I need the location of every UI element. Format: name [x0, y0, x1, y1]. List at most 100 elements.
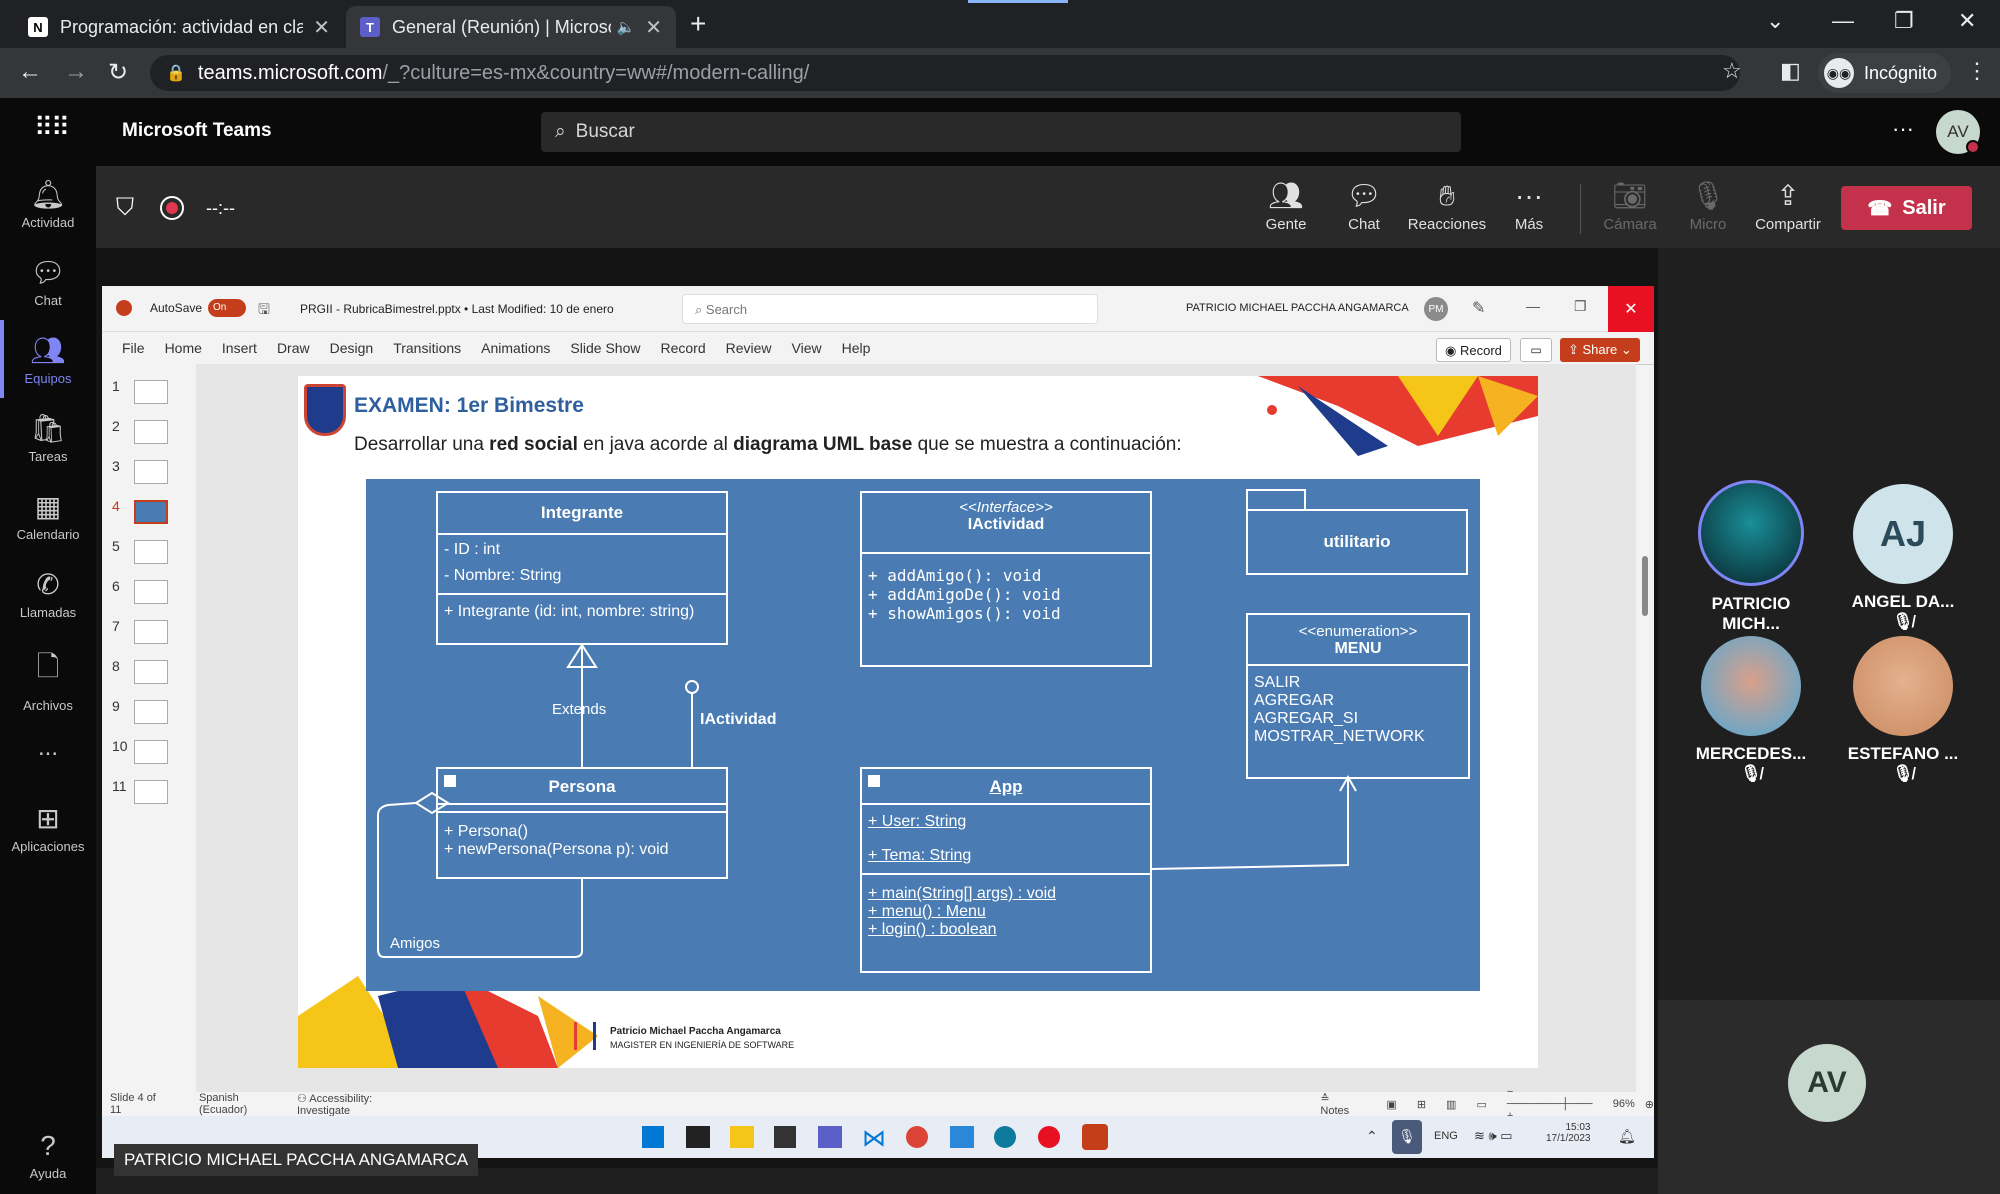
menu-transitions[interactable]: Transitions	[393, 340, 461, 356]
minimize-icon[interactable]: —	[1526, 298, 1540, 314]
close-icon[interactable]: ✕	[313, 15, 330, 40]
menu-design[interactable]: Design	[330, 340, 374, 356]
chrome-menu-icon[interactable]: ⋮	[1966, 58, 1988, 84]
terminal-icon[interactable]	[686, 1126, 710, 1148]
input-language[interactable]: ENG	[1434, 1130, 1458, 1142]
search-input[interactable]: ⌕ Buscar	[541, 112, 1461, 152]
slide-thumbnail[interactable]	[134, 380, 168, 404]
rail-help[interactable]: ? Ayuda	[0, 1130, 96, 1181]
rail-calls[interactable]: ✆ Llamadas	[0, 568, 96, 620]
start-icon[interactable]	[642, 1126, 664, 1148]
camera-button[interactable]: 📷︎ Cámara	[1588, 176, 1672, 233]
record-button[interactable]: ◉ Record	[1436, 338, 1511, 362]
back-icon[interactable]: ←	[18, 58, 42, 86]
slide-thumbnail[interactable]	[134, 420, 168, 444]
more-button[interactable]: ··· Más	[1487, 176, 1571, 233]
rail-files[interactable]: 🗋 Archivos	[0, 646, 96, 713]
chat-button[interactable]: 💬︎ Chat	[1322, 176, 1406, 233]
share-button[interactable]: ⇪ Share ⌄	[1560, 338, 1640, 362]
new-tab-button[interactable]: +	[690, 8, 706, 40]
ppt-search-input[interactable]: ⌕ Search	[682, 294, 1098, 324]
minimize-icon[interactable]: —	[1832, 8, 1854, 34]
incognito-badge[interactable]: ◉◉ Incógnito	[1818, 53, 1952, 93]
zoom-level[interactable]: 96%	[1613, 1098, 1635, 1110]
participant-tile[interactable]: AJ ANGEL DA... 🎙︎̸	[1844, 484, 1962, 632]
self-view[interactable]: AV	[1658, 1000, 2000, 1194]
language[interactable]: Spanish (Ecuador)	[199, 1092, 279, 1116]
sorter-view-icon[interactable]: ⊞	[1417, 1098, 1426, 1111]
slide-thumbnail[interactable]	[134, 500, 168, 524]
menu-animations[interactable]: Animations	[481, 340, 550, 356]
rail-teams[interactable]: 👥︎ Equipos	[0, 334, 96, 386]
slideshow-icon[interactable]: ▭	[1476, 1098, 1486, 1111]
slide-thumbnail[interactable]	[134, 580, 168, 604]
chevron-up-icon[interactable]: ⌃	[1366, 1128, 1378, 1145]
slide-thumbnail[interactable]	[134, 700, 168, 724]
menu-view[interactable]: View	[792, 340, 822, 356]
powerpoint-icon[interactable]	[1082, 1124, 1108, 1150]
rail-calendar[interactable]: ▦ Calendario	[0, 490, 96, 542]
vscode-icon[interactable]: ⋈	[862, 1124, 886, 1153]
forward-icon[interactable]: →	[64, 58, 88, 86]
slide-thumbnail[interactable]	[134, 460, 168, 484]
browser-tab-active[interactable]: T General (Reunión) | Microsoft 🔈 ✕	[346, 6, 676, 48]
participant-tile[interactable]: PATRICIO MICH...	[1692, 480, 1810, 634]
menu-review[interactable]: Review	[726, 340, 772, 356]
slide-thumbnail[interactable]	[134, 660, 168, 684]
mic-icon[interactable]: 🎙︎	[1392, 1120, 1422, 1154]
menu-draw[interactable]: Draw	[277, 340, 310, 356]
participant-tile[interactable]: MERCEDES... 🎙︎̸	[1692, 636, 1810, 784]
menu-record[interactable]: Record	[660, 340, 705, 356]
reading-view-icon[interactable]: ▥	[1446, 1098, 1456, 1111]
media-icon[interactable]	[1038, 1126, 1060, 1148]
menu-file[interactable]: File	[122, 340, 145, 356]
save-icon[interactable]: 🖫	[258, 299, 270, 323]
menu-slideshow[interactable]: Slide Show	[570, 340, 640, 356]
mic-button[interactable]: 🎙︎ Micro	[1666, 176, 1750, 233]
app-icon[interactable]	[950, 1126, 974, 1148]
notification-icon[interactable]: 🔔︎	[1618, 1128, 1636, 1145]
autosave-toggle[interactable]: On	[208, 299, 246, 317]
rail-more[interactable]: ...	[0, 734, 96, 762]
slide-thumbnail[interactable]	[134, 620, 168, 644]
menu-insert[interactable]: Insert	[222, 340, 257, 356]
browser-tab[interactable]: N Programación: actividad en clase ✕	[14, 6, 344, 48]
rail-apps[interactable]: ⊞ Aplicaciones	[0, 802, 96, 854]
reactions-button[interactable]: ✋︎ Reacciones	[1404, 176, 1490, 233]
people-button[interactable]: 👥︎ Gente	[1244, 176, 1328, 233]
speaker-icon[interactable]: 🔈	[617, 18, 636, 36]
edge-icon[interactable]	[994, 1126, 1016, 1148]
shield-icon[interactable]: ⛉	[116, 194, 134, 222]
close-window-icon[interactable]: ✕	[1958, 8, 1976, 34]
teams-icon[interactable]	[818, 1126, 842, 1148]
record-icon[interactable]	[160, 196, 184, 220]
scrollbar[interactable]	[1640, 376, 1650, 1076]
sidepanel-icon[interactable]: ◧	[1780, 58, 1801, 84]
rail-activity[interactable]: 🔔︎ Actividad	[0, 178, 96, 230]
close-icon[interactable]: ✕	[645, 15, 662, 40]
notes-app-icon[interactable]	[774, 1126, 796, 1148]
comments-icon[interactable]: ▭	[1520, 338, 1552, 362]
slide-thumbnail[interactable]	[134, 740, 168, 764]
restore-icon[interactable]: ❐	[1574, 298, 1587, 315]
chrome-icon[interactable]	[906, 1126, 928, 1148]
notes-button[interactable]: ≙ Notes	[1320, 1092, 1356, 1117]
folder-icon[interactable]	[730, 1126, 754, 1148]
more-options-icon[interactable]: ···	[1892, 116, 1914, 142]
avatar[interactable]: PM	[1424, 297, 1448, 321]
menu-home[interactable]: Home	[165, 340, 202, 356]
fit-icon[interactable]: ⊕	[1645, 1098, 1654, 1111]
tab-search-icon[interactable]: ⌄	[1766, 8, 1784, 34]
leave-button[interactable]: ☎︎ Salir	[1841, 186, 1972, 230]
menu-help[interactable]: Help	[842, 340, 871, 356]
accessibility[interactable]: ⚇ Accessibility: Investigate	[297, 1092, 412, 1117]
normal-view-icon[interactable]: ▣	[1386, 1098, 1396, 1111]
ppt-filename[interactable]: PRGII - RubricaBimestrel.pptx • Last Mod…	[300, 302, 614, 316]
app-launcher-icon[interactable]: ⠿⠿	[34, 112, 70, 143]
rail-chat[interactable]: 💬︎ Chat	[0, 256, 96, 308]
wifi-icon[interactable]: ≋ 🕪︎ ▭	[1474, 1128, 1513, 1144]
share-button[interactable]: ⇪ Compartir	[1746, 176, 1830, 233]
restore-icon[interactable]: ❐	[1894, 8, 1914, 34]
reload-icon[interactable]: ↻	[108, 58, 128, 87]
slide-thumbnail[interactable]	[134, 780, 168, 804]
